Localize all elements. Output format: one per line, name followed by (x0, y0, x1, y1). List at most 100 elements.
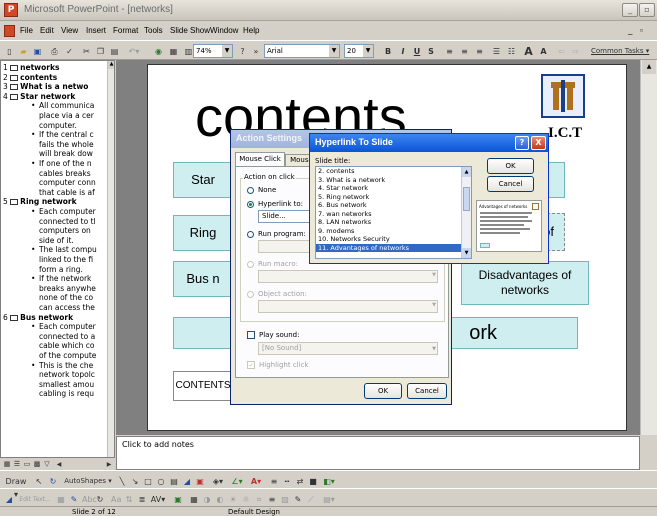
menu-window[interactable]: Window (210, 26, 238, 35)
outline-bullet-cont[interactable]: computers on (39, 226, 91, 235)
help-button[interactable]: ? (515, 136, 529, 150)
outline-bullet-cont[interactable]: network topolc (39, 370, 95, 379)
outline-bullet-cont[interactable]: cable which co (39, 341, 95, 350)
common-tasks-button[interactable]: Common Tasks ▾ (590, 44, 654, 58)
font-color-icon[interactable]: A▾ (247, 474, 265, 488)
scroll-up-icon[interactable]: ▲ (108, 61, 114, 69)
hyperlink-icon[interactable]: ◉ (152, 44, 165, 58)
more-contrast-icon[interactable]: ◑ (201, 492, 213, 506)
slideshow-view-icon[interactable]: ▽ (42, 459, 52, 469)
action-cancel-button[interactable]: Cancel (407, 383, 447, 399)
new-icon[interactable]: ▯ (3, 44, 16, 58)
textbox-icon[interactable]: ▤ (168, 474, 180, 488)
scroll-right-icon[interactable]: ▶ (104, 459, 114, 469)
spelling-icon[interactable]: ✓ (63, 44, 76, 58)
radio-run-macro[interactable] (247, 261, 254, 268)
outline-bullet-cont[interactable]: cabling is requ (39, 389, 94, 398)
recolor-icon[interactable]: ▨ (279, 492, 291, 506)
numbering-icon[interactable]: ☰ (490, 44, 503, 58)
notes-pane[interactable]: Click to add notes (116, 436, 640, 470)
restore-button[interactable]: ▫ (639, 3, 655, 17)
run-macro-select[interactable]: ▼ (258, 270, 438, 283)
outline-bullet-cont[interactable]: computer. (39, 121, 77, 130)
outline-bullet[interactable]: • If the central c (31, 130, 94, 139)
outline-bullet-cont[interactable]: smallest amou (39, 380, 94, 389)
fill-color-icon[interactable]: ◈▾ (209, 474, 227, 488)
font-size-combo[interactable]: 20 ▼ (344, 44, 374, 58)
radio-object-action[interactable] (247, 291, 254, 298)
outline-slide-title[interactable]: 2 contents (3, 73, 57, 82)
more-buttons-icon[interactable]: » (251, 44, 261, 58)
dash-style-icon[interactable]: ┅ (281, 474, 293, 488)
hyperlink-ok-button[interactable]: OK (487, 158, 534, 174)
ring-network-button[interactable]: Ring (173, 215, 233, 251)
scroll-up-icon[interactable]: ▲ (642, 60, 656, 74)
slide-list-item[interactable]: 9. modems (316, 227, 471, 236)
vertical-text-icon[interactable]: ⇅ (123, 492, 135, 506)
outline-bullet-cont[interactable]: connected to tl (39, 217, 96, 226)
promote-icon[interactable]: ⇦ (555, 44, 568, 58)
line-style-icon[interactable]: ≡ (266, 492, 278, 506)
font-combo[interactable]: Arial ▼ (264, 44, 340, 58)
document-icon[interactable] (4, 25, 15, 37)
less-contrast-icon[interactable]: ◐ (214, 492, 226, 506)
outline-bullet-cont[interactable]: fails the whole (39, 140, 94, 149)
slide-list-item[interactable]: 7. wan networks (316, 210, 471, 219)
transparent-color-icon[interactable]: ⟋ (305, 492, 317, 506)
copy-icon[interactable]: ❐ (94, 44, 107, 58)
reset-picture-icon[interactable]: ▤▾ (320, 492, 338, 506)
insert-picture-icon[interactable]: ▣ (172, 492, 184, 506)
disadvantages-networks-button[interactable]: Disadvantages of networks (461, 261, 589, 305)
outline-bullet-cont[interactable]: breaks anywhe (39, 284, 96, 293)
outline-slide-title[interactable]: 6 Bus network (3, 313, 73, 322)
alignment-icon[interactable]: ≣ (136, 492, 148, 506)
zoom-combo[interactable]: 74% ▼ (193, 44, 233, 58)
line-color-icon[interactable]: ∠▾ (228, 474, 246, 488)
radio-run-program[interactable] (247, 231, 254, 238)
slide-view-icon[interactable]: ▭ (22, 459, 32, 469)
menu-slide-show[interactable]: Slide Show (170, 26, 210, 35)
scroll-down-icon[interactable]: ▼ (462, 248, 471, 258)
powerpoint-app-icon[interactable]: P (4, 3, 18, 17)
normal-view-icon[interactable]: ▦ (2, 459, 12, 469)
wordart-icon[interactable]: ◢ (181, 474, 193, 488)
wordart-shape-icon[interactable]: Abc (81, 492, 97, 506)
scroll-left-icon[interactable]: ◀ (54, 459, 64, 469)
outline-bullet-cont[interactable]: connected to a (39, 332, 95, 341)
outline-slide-title[interactable]: 1 networks (3, 63, 59, 72)
decrease-font-icon[interactable]: A (537, 44, 550, 58)
select-objects-icon[interactable]: ↖ (33, 474, 45, 488)
outline-bullet[interactable]: • Each computer (31, 207, 96, 216)
outline-slide-title[interactable]: 4 Star network (3, 92, 75, 101)
slide-list-item[interactable]: 4. Star network (316, 184, 471, 193)
align-center-icon[interactable]: ≡ (458, 44, 471, 58)
menu-insert[interactable]: Insert (86, 26, 106, 35)
slide-list-item[interactable]: 5. Ring network (316, 193, 471, 202)
oval-icon[interactable]: ○ (155, 474, 167, 488)
outline-bullet[interactable]: • The last compu (31, 245, 97, 254)
draw-menu[interactable]: Draw ▾ (2, 474, 30, 499)
sorter-view-icon[interactable]: ▩ (32, 459, 42, 469)
outline-slide-title[interactable]: 3 What is a netwo (3, 82, 88, 91)
slide-scrollbar[interactable]: ▲ (640, 60, 657, 435)
demote-icon[interactable]: ⇨ (569, 44, 582, 58)
menu-format[interactable]: Format (113, 26, 138, 35)
outline-pane[interactable]: 1 networks 2 contents 3 What is a netwo 4 S… (0, 60, 115, 458)
slide-list-item[interactable]: 3. What is a network (316, 176, 471, 185)
save-icon[interactable]: ▣ (31, 44, 44, 58)
list-scrollbar[interactable]: ▲ ▼ (461, 167, 471, 258)
slide-list-item[interactable]: 11. Advantages of networks (316, 243, 471, 252)
shadow-icon[interactable]: ■ (307, 474, 319, 488)
align-right-icon[interactable]: ≡ (473, 44, 486, 58)
outline-bullet-cont[interactable]: computer conn (39, 178, 96, 187)
menu-tools[interactable]: Tools (144, 26, 163, 35)
outline-bullet-cont[interactable]: none of the co (39, 293, 93, 302)
contents-button[interactable]: CONTENTS (173, 371, 233, 401)
arrow-icon[interactable]: ↘ (129, 474, 141, 488)
underline-button[interactable]: U (411, 44, 423, 58)
tables-icon[interactable]: ▦ (167, 44, 180, 58)
outline-bullet[interactable]: • Each computer (31, 322, 96, 331)
autoshapes-menu[interactable]: AutoShapes ▾ (62, 474, 114, 488)
wordart-gallery-icon[interactable]: ▦ (55, 492, 67, 506)
3d-icon[interactable]: ◧▾ (320, 474, 338, 488)
